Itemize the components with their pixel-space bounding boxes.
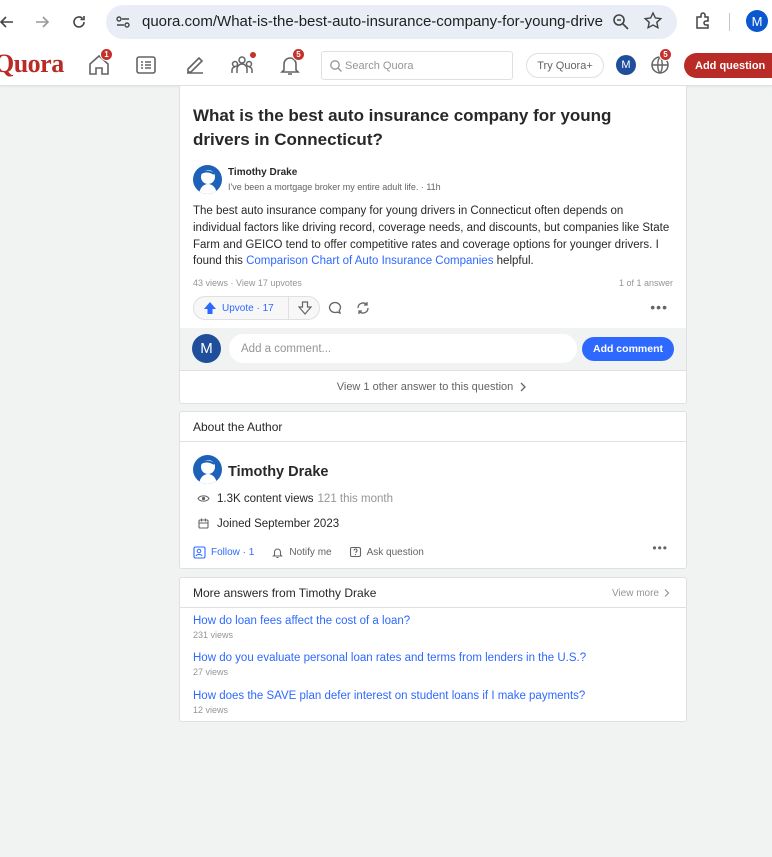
list-item: How do loan fees affect the cost of a lo…	[193, 614, 410, 640]
spaces-dot	[250, 52, 256, 58]
browser-toolbar: quora.com/What-is-the-best-auto-insuranc…	[0, 0, 772, 44]
zoom-icon[interactable]	[611, 12, 631, 32]
about-heading: About the Author	[180, 412, 686, 442]
language-badge: 5	[659, 48, 672, 61]
quora-logo[interactable]: Quora	[0, 49, 64, 79]
forward-icon[interactable]	[29, 9, 55, 35]
chevron-right-icon	[664, 589, 670, 597]
answer-count: 1 of 1 answer	[618, 278, 673, 288]
question-title[interactable]: What is the best auto insurance company …	[193, 104, 653, 152]
following-nav[interactable]	[133, 52, 159, 78]
try-quora-plus-button[interactable]: Try Quora+	[526, 53, 604, 78]
more-answer-views: 12 views	[193, 705, 229, 715]
notifications-nav[interactable]: 5	[277, 48, 305, 78]
upvote-label: Upvote · 17	[222, 302, 274, 314]
about-more-options-icon[interactable]: •••	[652, 541, 668, 555]
feed-list-icon	[136, 56, 156, 74]
back-icon[interactable]	[0, 9, 20, 35]
add-comment-button[interactable]: Add comment	[582, 337, 674, 361]
content-views: 1.3K content views	[217, 492, 314, 505]
content-views-stat: 1.3K content views 121 this month	[197, 492, 393, 505]
ask-question-icon	[349, 546, 361, 557]
follow-user-icon	[193, 545, 206, 559]
comment-icon[interactable]	[327, 300, 343, 316]
edit-icon	[187, 56, 204, 74]
view-more-label: View more	[611, 587, 659, 599]
view-other-label: View 1 other answer to this question	[336, 381, 514, 393]
more-answers-heading: More answers from Timothy Drake	[180, 578, 686, 608]
extensions-icon[interactable]	[693, 11, 713, 31]
toolbar-divider	[729, 13, 730, 31]
about-author-card: About the Author Timothy Drake 1.3K cont…	[179, 411, 687, 569]
reload-icon[interactable]	[66, 9, 92, 35]
search-icon	[330, 60, 342, 72]
upvote-button[interactable]: Upvote · 17	[194, 297, 289, 319]
bookmark-star-icon[interactable]	[643, 11, 663, 31]
vote-control: Upvote · 17	[193, 296, 320, 320]
quora-header: Quora 1 5 Try Quora+ M 5 Add question	[0, 44, 772, 86]
joined-stat: Joined September 2023	[197, 517, 339, 530]
downvote-button[interactable]	[290, 297, 320, 319]
view-other-answers[interactable]: View 1 other answer to this question	[180, 370, 686, 403]
notifications-badge: 5	[292, 48, 305, 61]
follow-button[interactable]: Follow · 1	[193, 545, 255, 559]
browser-profile-avatar[interactable]: M	[746, 10, 768, 32]
list-item: How do you evaluate personal loan rates …	[193, 651, 586, 677]
answer-nav[interactable]	[182, 52, 208, 78]
view-more-link[interactable]: View more	[612, 578, 672, 608]
answer-text: The best auto insurance company for youn…	[193, 203, 671, 270]
add-question-button[interactable]: Add question	[684, 53, 772, 78]
comment-input[interactable]	[228, 333, 578, 364]
chevron-right-icon	[520, 382, 527, 392]
notify-label: Notify me	[289, 546, 332, 558]
bell-icon	[272, 548, 284, 558]
language-nav[interactable]: 5	[647, 48, 673, 78]
share-icon[interactable]	[355, 300, 371, 316]
answer-tail: helpful.	[493, 255, 534, 268]
notify-button[interactable]: Notify me	[271, 546, 332, 559]
answer-card: What is the best auto insurance company …	[179, 86, 687, 404]
user-avatar[interactable]: M	[616, 55, 636, 75]
about-avatar[interactable]	[193, 455, 222, 484]
comment-avatar: M	[192, 334, 221, 363]
about-actions: Follow · 1 Notify me Ask question	[193, 543, 441, 561]
user-silhouette-icon	[198, 170, 217, 194]
user-silhouette-icon	[198, 460, 217, 484]
spaces-nav[interactable]	[229, 52, 256, 78]
more-answer-views: 27 views	[193, 667, 229, 677]
ask-label: Ask question	[366, 546, 424, 558]
eye-icon	[197, 495, 210, 502]
about-author-name[interactable]: Timothy Drake	[228, 464, 328, 480]
search-input[interactable]	[345, 56, 505, 76]
more-answer-question[interactable]: How does the SAVE plan defer interest on…	[193, 689, 585, 703]
author-name[interactable]: Timothy Drake	[228, 167, 297, 178]
more-answer-question[interactable]: How do you evaluate personal loan rates …	[193, 651, 586, 665]
home-badge: 1	[100, 48, 113, 61]
views-this-month: 121 this month	[317, 492, 393, 505]
author-credential: I've been a mortgage broker my entire ad…	[228, 182, 441, 192]
comparison-chart-link[interactable]: Comparison Chart of Auto Insurance Compa…	[246, 255, 493, 267]
ask-question-button[interactable]: Ask question	[349, 546, 424, 559]
address-bar[interactable]: quora.com/What-is-the-best-auto-insuranc…	[106, 5, 677, 39]
downvote-arrow-icon	[298, 301, 312, 315]
joined-date: Joined September 2023	[217, 517, 340, 530]
calendar-icon	[198, 518, 209, 529]
upvote-arrow-icon	[204, 302, 216, 314]
follow-label: Follow · 1	[211, 546, 255, 558]
search-box[interactable]	[321, 51, 513, 80]
comment-bar: M Add comment	[180, 328, 686, 370]
list-item: How does the SAVE plan defer interest on…	[193, 689, 585, 715]
more-answer-question[interactable]: How do loan fees affect the cost of a lo…	[193, 614, 410, 628]
url-text[interactable]: quora.com/What-is-the-best-auto-insuranc…	[142, 13, 604, 30]
more-answers-card: More answers from Timothy Drake View mor…	[179, 577, 687, 722]
author-avatar[interactable]	[193, 165, 222, 194]
site-info-icon[interactable]	[114, 13, 132, 31]
answer-stats[interactable]: 43 views · View 17 upvotes	[193, 278, 302, 288]
more-answer-views: 231 views	[193, 630, 234, 640]
more-options-icon[interactable]: •••	[650, 299, 668, 315]
home-nav[interactable]: 1	[86, 48, 113, 78]
